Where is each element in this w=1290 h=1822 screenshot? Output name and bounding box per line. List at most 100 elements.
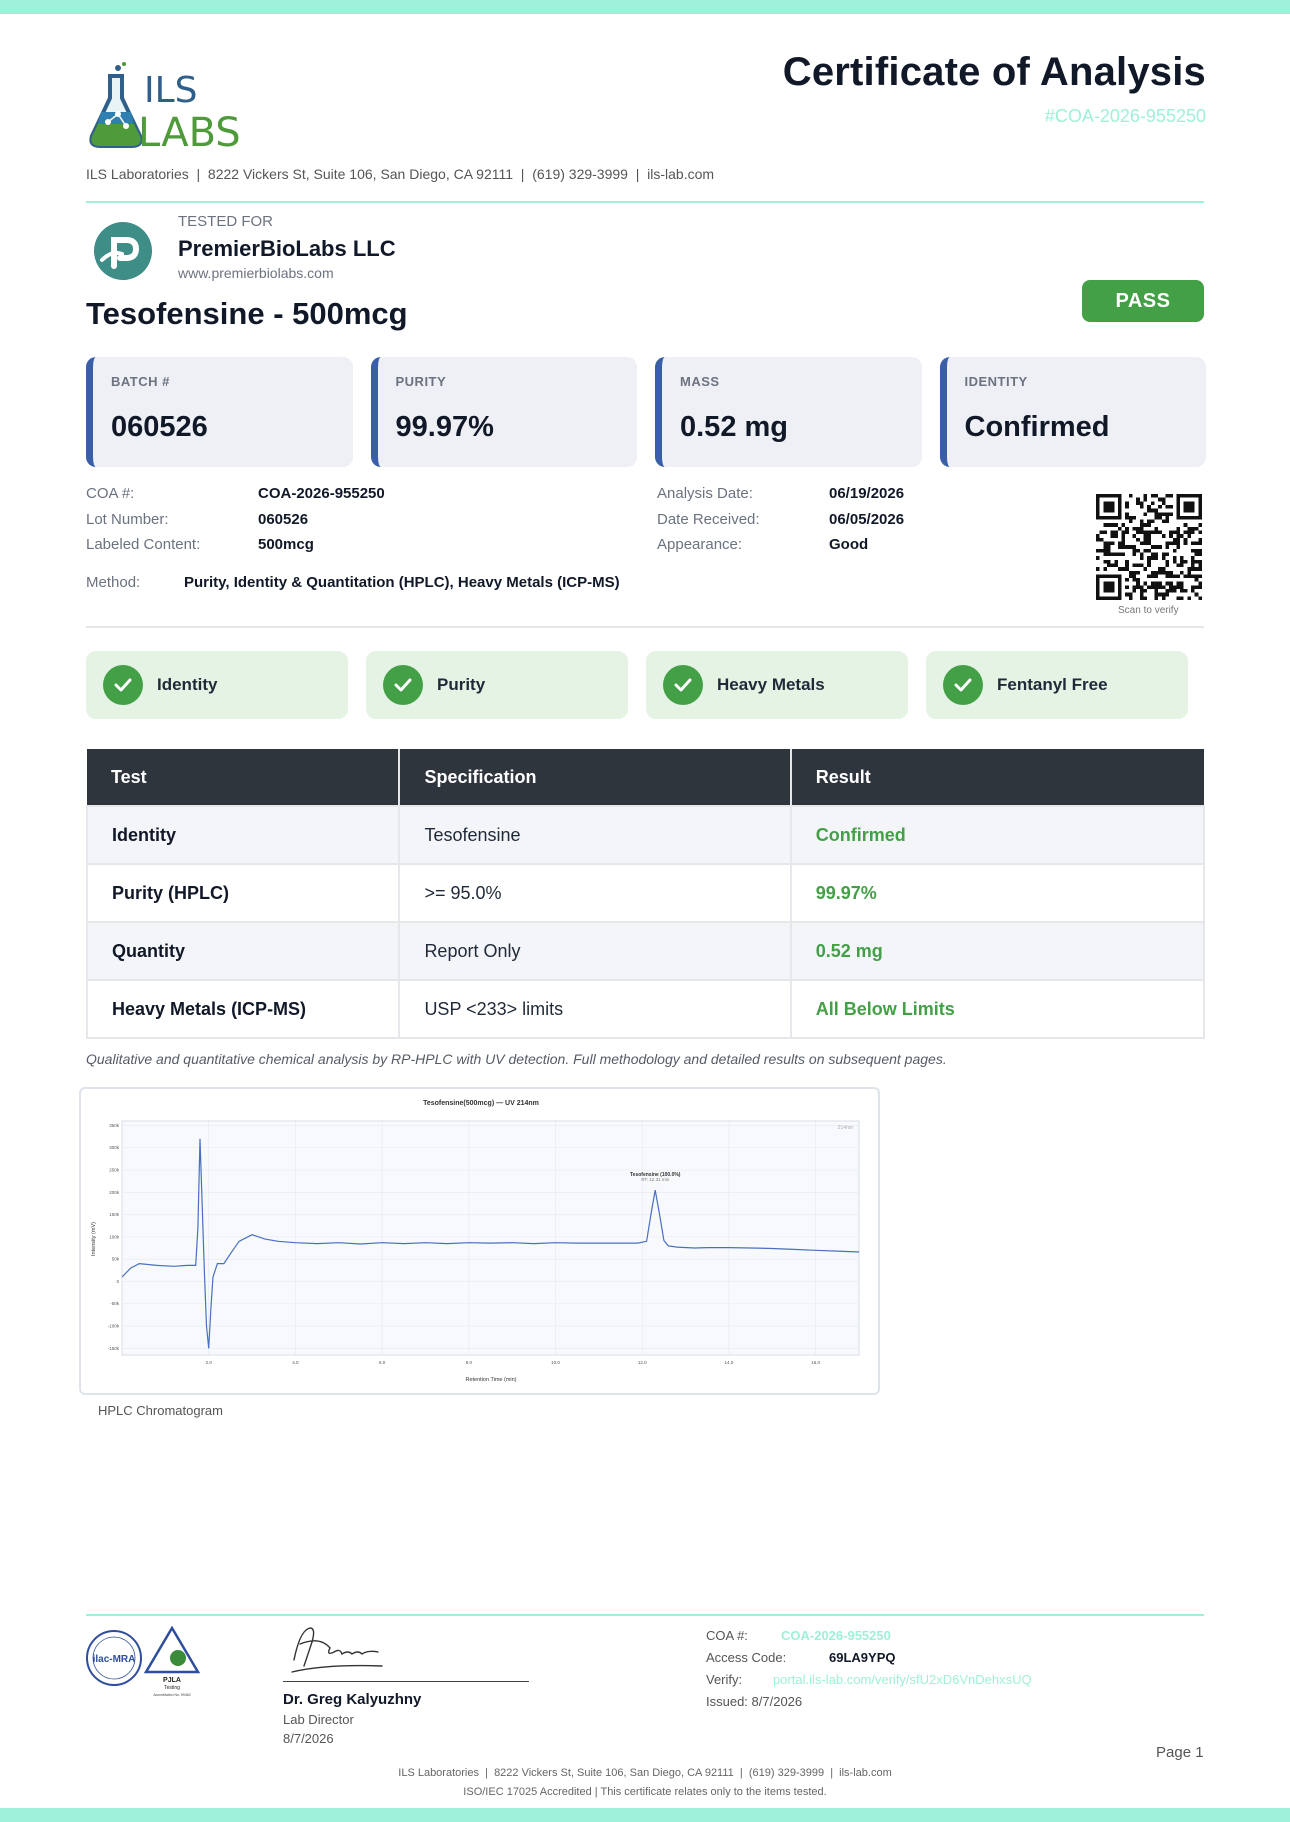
checkmark-icon bbox=[663, 665, 703, 705]
peak-annotation-rt: RT: 12.31 min bbox=[641, 1177, 669, 1182]
table-row: Identity Tesofensine Confirmed bbox=[85, 805, 1206, 865]
method-value: Purity, Identity & Quantitation (HPLC), … bbox=[184, 574, 620, 591]
table-row: Purity (HPLC) >= 95.0% 99.97% bbox=[85, 863, 1206, 923]
header-divider bbox=[86, 201, 1204, 203]
table-header-row: Test Specification Result bbox=[87, 749, 1204, 806]
test-cell: Identity bbox=[85, 805, 401, 865]
check-label: Fentanyl Free bbox=[997, 675, 1108, 694]
spec-cell: USP <233> limits bbox=[398, 979, 792, 1039]
check-label: Purity bbox=[437, 675, 486, 694]
labeled-content-value: 500mcg bbox=[258, 536, 314, 553]
summary-cards: BATCH # 060526 PURITY 99.97% MASS 0.52 m… bbox=[86, 357, 1206, 467]
y-tick-label: 150k bbox=[109, 1212, 120, 1217]
footer-divider bbox=[86, 1614, 1204, 1616]
footer-lab-line: ILS Laboratories | 8222 Vickers St, Suit… bbox=[398, 1767, 892, 1779]
purity-card: PURITY 99.97% bbox=[370, 357, 637, 467]
card-label: IDENTITY bbox=[964, 374, 1028, 389]
result-cell: All Below Limits bbox=[789, 979, 1206, 1039]
checkmark-icon bbox=[103, 665, 143, 705]
spec-cell: Tesofensine bbox=[398, 805, 792, 865]
x-tick-label: 6.0 bbox=[379, 1360, 386, 1365]
x-tick-label: 2.0 bbox=[206, 1360, 213, 1365]
svg-text:LABS: LABS bbox=[138, 110, 241, 152]
checkmark-icon bbox=[943, 665, 983, 705]
y-tick-label: -150k bbox=[108, 1346, 120, 1351]
spec-cell: >= 95.0% bbox=[398, 863, 792, 923]
y-tick-label: -50k bbox=[110, 1301, 120, 1306]
document-title: Certificate of Analysis bbox=[782, 50, 1206, 94]
signature-line bbox=[283, 1681, 529, 1682]
analysis-note: Qualitative and quantitative chemical an… bbox=[86, 1051, 947, 1067]
labeled-content-label: Labeled Content: bbox=[86, 536, 201, 553]
accreditation-logos: ilac-MRA PJLA Testing Accreditation No. … bbox=[86, 1626, 201, 1697]
y-tick-label: 50k bbox=[112, 1257, 120, 1262]
y-tick-label: 350k bbox=[109, 1123, 120, 1128]
signature-date: 8/7/2026 bbox=[283, 1731, 334, 1746]
product-name: Tesofensine - 500mcg bbox=[86, 296, 408, 331]
client-name: PremierBioLabs LLC bbox=[178, 236, 396, 261]
y-tick-label: 100k bbox=[109, 1234, 120, 1239]
check-pill-purity: Purity bbox=[366, 651, 628, 719]
table-row: Heavy Metals (ICP-MS) USP <233> limits A… bbox=[85, 979, 1206, 1039]
card-label: MASS bbox=[680, 374, 720, 389]
card-label: BATCH # bbox=[111, 374, 170, 389]
x-axis-label: Retention Time (min) bbox=[465, 1377, 516, 1383]
x-tick-label: 8.0 bbox=[466, 1360, 473, 1365]
card-value: Confirmed bbox=[964, 411, 1110, 443]
pjla-accreditation-number: Accreditation No. 99462 bbox=[153, 1693, 190, 1697]
results-table: Test Specification Result Identity Tesof… bbox=[85, 749, 1206, 1039]
identity-card: IDENTITY Confirmed bbox=[939, 357, 1206, 467]
card-value: 99.97% bbox=[395, 411, 494, 443]
ils-labs-logo: ILS LABS bbox=[89, 62, 241, 152]
card-value: 060526 bbox=[111, 411, 208, 443]
x-tick-label: 4.0 bbox=[292, 1360, 299, 1365]
coa-number-label: COA #: bbox=[86, 485, 135, 502]
chromatogram-panel: -150k -100k -50k 0 50k 100k 150k 200k 250k 300k 35… bbox=[79, 1087, 880, 1395]
column-header: Test bbox=[87, 749, 401, 806]
footer-coa-label: COA #: bbox=[706, 1628, 748, 1643]
table-row: Quantity Report Only 0.52 mg bbox=[85, 921, 1206, 981]
details-divider bbox=[86, 626, 1204, 628]
client-logo bbox=[94, 222, 152, 280]
lot-number-label: Lot Number: bbox=[86, 511, 169, 528]
verify-link[interactable]: portal.ils-lab.com/verify/sfU2xD6VnDehxs… bbox=[773, 1672, 1032, 1687]
bottom-accent-bar bbox=[0, 1808, 1290, 1822]
access-code-label: Access Code: bbox=[706, 1650, 787, 1665]
pjla-mark: PJLA bbox=[163, 1677, 181, 1684]
y-tick-label: 250k bbox=[109, 1168, 120, 1173]
card-value: 0.52 mg bbox=[680, 411, 788, 443]
result-cell: 0.52 mg bbox=[789, 921, 1206, 981]
check-pills: Identity Purity Heavy Metals Fentanyl Fr… bbox=[86, 651, 1188, 719]
footer-accreditation-line: ISO/IEC 17025 Accredited | This certific… bbox=[463, 1786, 827, 1798]
hplc-chromatogram-chart: -150k -100k -50k 0 50k 100k 150k 200k 250k 300k 35… bbox=[91, 1100, 860, 1383]
test-cell: Quantity bbox=[85, 921, 401, 981]
svg-text:ILS: ILS bbox=[144, 70, 198, 111]
signatory-name: Dr. Greg Kalyuzhny bbox=[283, 1691, 422, 1708]
x-tick-label: 12.0 bbox=[638, 1360, 647, 1365]
access-code-value: 69LA9YPQ bbox=[829, 1650, 896, 1665]
signatory-title: Lab Director bbox=[283, 1712, 354, 1727]
ilac-mra-mark: ilac-MRA bbox=[93, 1654, 136, 1665]
appearance-value: Good bbox=[829, 536, 869, 553]
checkmark-icon bbox=[383, 665, 423, 705]
y-tick-label: 300k bbox=[109, 1145, 120, 1150]
check-pill-identity: Identity bbox=[86, 651, 348, 719]
lab-contact-line: ILS Laboratories | 8222 Vickers St, Suit… bbox=[86, 166, 715, 182]
x-tick-label: 10.0 bbox=[551, 1360, 560, 1365]
verification-qr-code[interactable] bbox=[1096, 494, 1202, 600]
check-pill-fentanyl-free: Fentanyl Free bbox=[926, 651, 1188, 719]
verify-label: Verify: bbox=[706, 1672, 743, 1687]
footer-coa-value: COA-2026-955250 bbox=[781, 1628, 891, 1643]
check-label: Identity bbox=[157, 675, 218, 694]
check-label: Heavy Metals bbox=[717, 675, 825, 694]
pjla-testing-mark: Testing bbox=[164, 1685, 180, 1691]
analysis-date-label: Analysis Date: bbox=[657, 485, 753, 502]
date-received-value: 06/05/2026 bbox=[829, 511, 905, 528]
spec-cell: Report Only bbox=[398, 921, 792, 981]
result-cell: 99.97% bbox=[789, 863, 1206, 923]
top-accent-bar bbox=[0, 0, 1290, 14]
y-tick-label: 200k bbox=[109, 1190, 120, 1195]
scan-to-verify-label: Scan to verify bbox=[1118, 605, 1179, 616]
chart-title: Tesofensine(500mcg) — UV 214nm bbox=[423, 1100, 539, 1107]
tested-for-label: TESTED FOR bbox=[178, 213, 274, 230]
